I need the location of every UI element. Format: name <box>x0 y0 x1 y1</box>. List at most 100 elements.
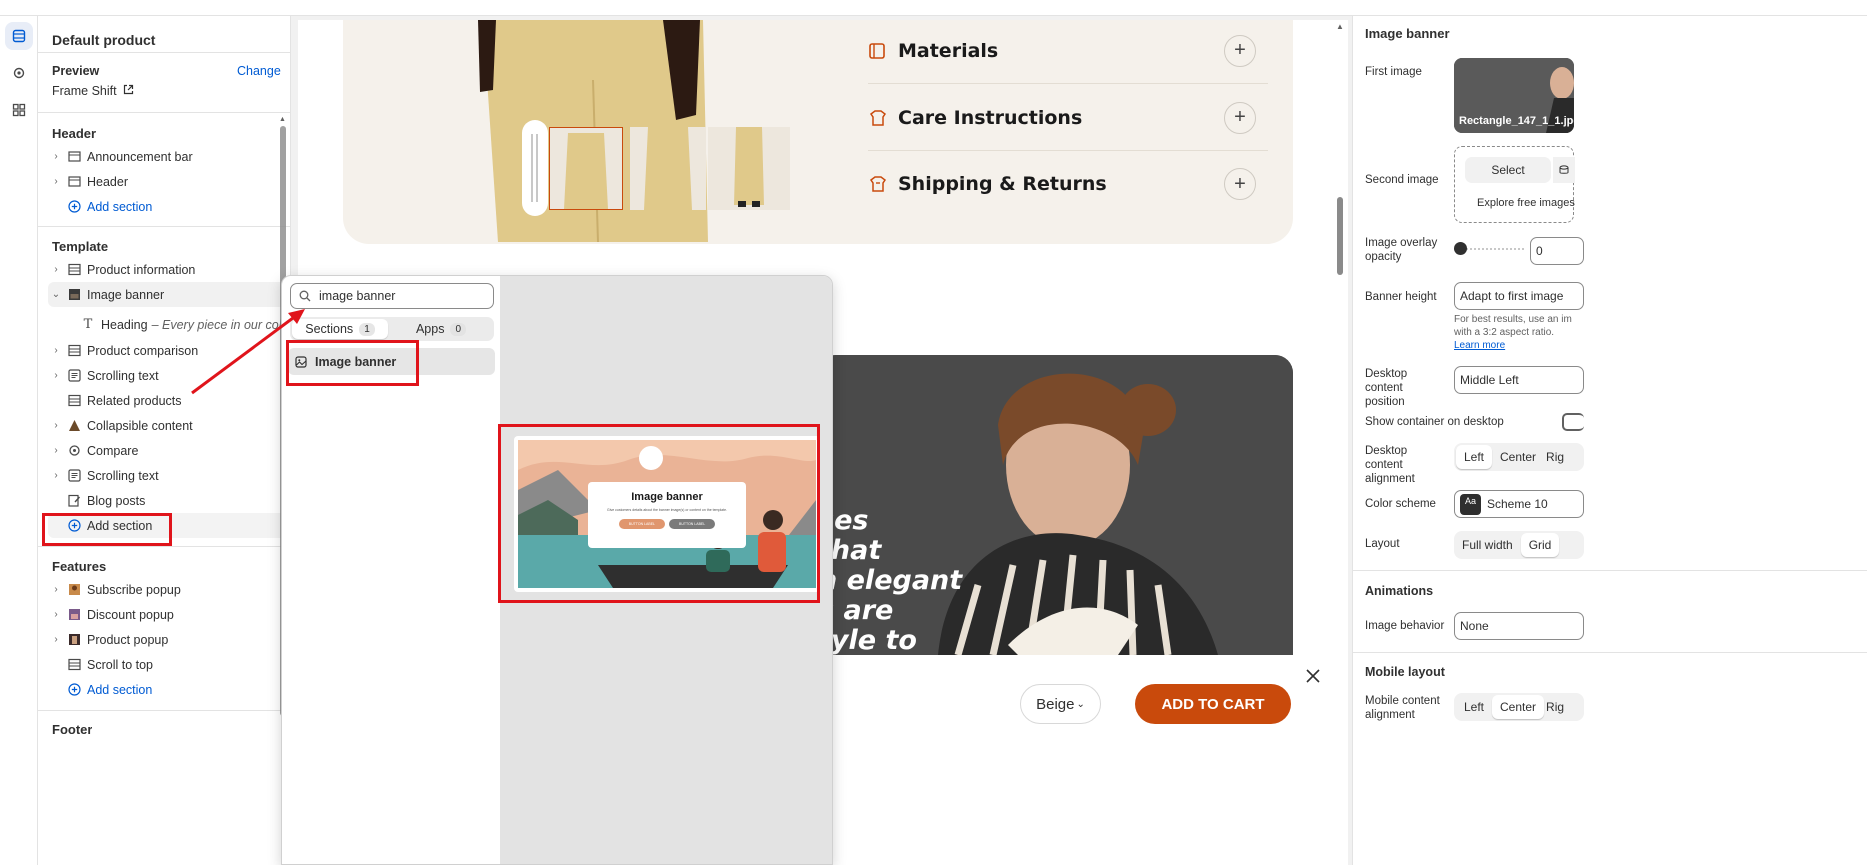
add-section-header[interactable]: Add section <box>48 194 306 219</box>
change-link[interactable]: Change <box>237 64 281 78</box>
section-announcement-bar[interactable]: › Announcement bar <box>48 144 306 169</box>
layout-full-width-option[interactable]: Full width <box>1454 533 1521 557</box>
height-help-text-2: with a 3:2 aspect ratio. <box>1454 327 1555 338</box>
chevron-down-icon: ⌄ <box>1076 698 1085 710</box>
tab-count: 1 <box>359 322 375 336</box>
chevron-right-icon[interactable]: › <box>48 445 64 456</box>
chevron-right-icon[interactable]: › <box>48 420 64 431</box>
thumbnail-1[interactable] <box>549 127 623 210</box>
search-value: image banner <box>319 289 396 303</box>
variant-select[interactable]: Beige ⌄ <box>1020 684 1101 724</box>
thumbnail-scroll-handle[interactable] <box>522 120 548 216</box>
thumbnail-2[interactable] <box>630 127 706 210</box>
accordion-title: Care Instructions <box>898 106 1083 129</box>
gear-icon[interactable] <box>5 59 33 87</box>
section-icon <box>67 175 81 189</box>
block-label: Heading <box>101 317 148 332</box>
add-to-cart-button[interactable]: ADD TO CART <box>1135 684 1291 724</box>
section-label: Product comparison <box>87 343 199 358</box>
section-blog-posts[interactable]: Blog posts <box>48 488 306 513</box>
thumbnail-3[interactable] <box>708 127 790 210</box>
preview-product-name: Frame Shift <box>52 84 117 98</box>
plus-icon[interactable]: + <box>1224 168 1256 200</box>
desktop-position-select[interactable]: Middle Left <box>1454 366 1584 394</box>
chevron-right-icon[interactable]: › <box>48 345 64 356</box>
mobile-align-right-option[interactable]: Rig <box>1544 695 1566 719</box>
chevron-right-icon[interactable]: › <box>48 176 64 187</box>
height-select[interactable]: Adapt to first image <box>1454 282 1584 310</box>
section-icon <box>67 344 81 358</box>
section-header[interactable]: › Header <box>48 169 306 194</box>
tab-apps[interactable]: Apps 0 <box>390 319 492 339</box>
section-search-input[interactable]: image banner <box>290 283 494 309</box>
section-subscribe-popup[interactable]: › Subscribe popup <box>48 577 306 602</box>
color-scheme-select[interactable]: Aa Scheme 10 <box>1454 490 1584 518</box>
section-product-popup[interactable]: › Product popup <box>48 627 306 652</box>
first-image-filename: Rectangle_147_1_1.jpg <box>1459 115 1574 127</box>
divider <box>38 546 291 547</box>
section-scrolling-text-2[interactable]: › Scrolling text <box>48 463 306 488</box>
chevron-down-icon[interactable]: ⌄ <box>48 289 64 300</box>
chevron-right-icon[interactable]: › <box>48 609 64 620</box>
chevron-right-icon[interactable]: › <box>48 370 64 381</box>
plus-icon[interactable]: + <box>1224 34 1256 67</box>
section-product-information[interactable]: › Product information <box>48 257 306 282</box>
sections-icon[interactable] <box>5 22 33 50</box>
explore-images-link[interactable]: Explore free images <box>1477 197 1575 209</box>
highlight-box-preview <box>498 424 820 603</box>
stack-icon[interactable] <box>1553 157 1575 183</box>
desktop-align-label: Desktop content alignment <box>1365 445 1415 485</box>
overlay-input[interactable]: 0 <box>1530 237 1584 265</box>
add-section-features[interactable]: Add section <box>48 677 306 702</box>
align-right-option[interactable]: Rig <box>1544 445 1566 469</box>
preview-scrollbar[interactable]: ▲ <box>1336 22 1344 282</box>
apps-icon[interactable] <box>5 96 33 124</box>
section-label: Image banner <box>87 287 165 302</box>
divider <box>38 112 291 113</box>
color-scheme-value: Scheme 10 <box>1487 497 1548 511</box>
chevron-right-icon[interactable]: › <box>48 634 64 645</box>
section-sidebar: Default product Preview Change Frame Shi… <box>38 16 306 865</box>
section-discount-popup[interactable]: › Discount popup <box>48 602 306 627</box>
container-toggle[interactable] <box>1562 413 1584 431</box>
learn-more-link[interactable]: Learn more <box>1454 340 1505 351</box>
mobile-align-left-option[interactable]: Left <box>1456 695 1492 719</box>
mobile-layout-heading: Mobile layout <box>1365 665 1445 679</box>
section-collapsible-content[interactable]: › Collapsible content <box>48 413 306 438</box>
section-label: Compare <box>87 443 139 458</box>
picker-tabs: Sections 1 Apps 0 <box>290 317 494 341</box>
align-center-option[interactable]: Center <box>1492 445 1544 469</box>
section-label: Collapsible content <box>87 418 193 433</box>
chevron-right-icon[interactable]: › <box>48 470 64 481</box>
color-scheme-label: Color scheme <box>1365 498 1436 510</box>
layout-grid-option[interactable]: Grid <box>1520 533 1560 557</box>
chevron-right-icon[interactable]: › <box>48 151 64 162</box>
plus-icon[interactable]: + <box>1224 101 1256 134</box>
accordion-care[interactable]: Care Instructions + <box>868 85 1268 151</box>
second-image-dropzone[interactable]: Select Explore free images <box>1454 146 1575 223</box>
image-behavior-select[interactable]: None <box>1454 612 1584 640</box>
first-image-picker[interactable]: Rectangle_147_1_1.jpg <box>1454 58 1574 133</box>
features-group-heading: Features <box>52 559 107 574</box>
close-icon[interactable] <box>1303 666 1323 686</box>
chevron-right-icon[interactable]: › <box>48 264 64 275</box>
overlay-label: Image overlay opacity <box>1365 237 1438 263</box>
overlay-slider-thumb[interactable] <box>1454 242 1467 255</box>
edit-icon <box>67 494 81 508</box>
mobile-align-label: Mobile content alignment <box>1365 695 1440 721</box>
accordion-shipping[interactable]: Shipping & Returns + <box>868 151 1268 217</box>
section-scroll-to-top[interactable]: Scroll to top <box>48 652 306 677</box>
section-compare[interactable]: › Compare <box>48 438 306 463</box>
select-image-button[interactable]: Select <box>1465 157 1551 183</box>
align-left-option[interactable]: Left <box>1456 445 1493 469</box>
height-label: Banner height <box>1365 291 1437 303</box>
preview-product[interactable]: Frame Shift <box>52 84 134 98</box>
variant-value: Beige <box>1036 695 1075 713</box>
accordion-materials[interactable]: Materials + <box>868 18 1268 84</box>
chevron-right-icon[interactable]: › <box>48 584 64 595</box>
top-bar <box>0 0 1867 16</box>
section-label: Product popup <box>87 632 169 647</box>
text-block-icon <box>67 369 81 383</box>
mobile-align-center-option[interactable]: Center <box>1492 695 1545 719</box>
divider <box>38 52 291 53</box>
